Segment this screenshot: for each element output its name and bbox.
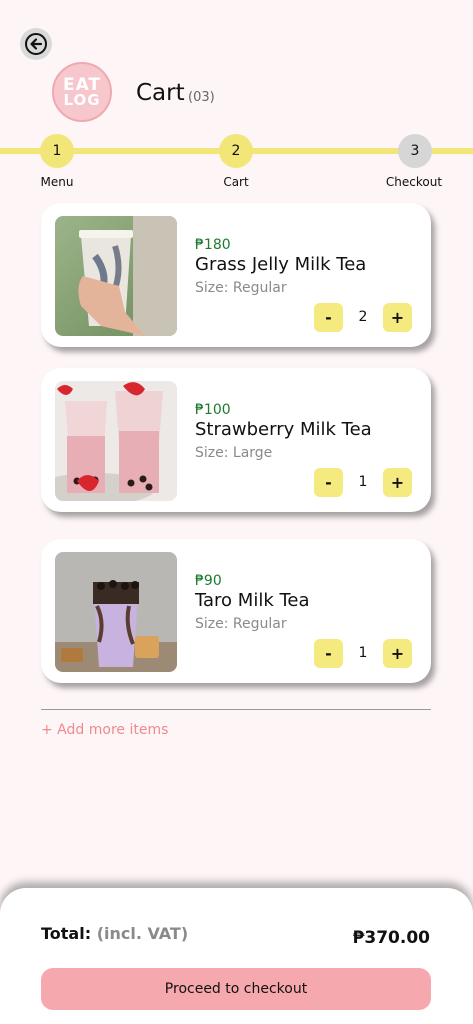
product-image xyxy=(55,552,177,672)
cart-item-card: ₱100 Strawberry Milk Tea Size: Large - 1… xyxy=(41,368,431,512)
eatlog-logo: EAT LOG xyxy=(52,62,112,122)
product-image xyxy=(55,216,177,336)
item-size: Size: Large xyxy=(195,445,273,461)
total-label-group: Total: (incl. VAT) xyxy=(41,924,188,943)
item-size: Size: Regular xyxy=(195,280,287,296)
step-checkout[interactable]: 3 xyxy=(398,134,432,168)
decrease-quantity-button[interactable]: - xyxy=(314,468,343,497)
page-title: Cart xyxy=(136,80,185,106)
step-number: 1 xyxy=(52,143,62,159)
item-quantity: 1 xyxy=(358,474,368,490)
add-more-items-link[interactable]: + Add more items xyxy=(41,722,168,738)
vat-note: (incl. VAT) xyxy=(96,924,189,943)
item-name: Strawberry Milk Tea xyxy=(195,419,372,440)
item-name: Grass Jelly Milk Tea xyxy=(195,254,367,275)
step-label-checkout: Checkout xyxy=(385,175,443,189)
item-price: ₱90 xyxy=(195,573,222,589)
step-number: 3 xyxy=(410,143,420,159)
decrease-quantity-button[interactable]: - xyxy=(314,303,343,332)
item-size: Size: Regular xyxy=(195,616,287,632)
step-label-menu: Menu xyxy=(40,175,74,189)
increase-quantity-button[interactable]: + xyxy=(383,468,412,497)
item-name: Taro Milk Tea xyxy=(195,590,310,611)
item-price: ₱180 xyxy=(195,237,231,253)
total-value: ₱370.00 xyxy=(352,928,430,948)
step-menu[interactable]: 1 xyxy=(40,134,74,168)
cart-count: (03) xyxy=(188,90,215,105)
checkout-summary: Total: (incl. VAT) ₱370.00 Proceed to ch… xyxy=(0,888,473,1024)
logo-text-bottom: LOG xyxy=(63,90,101,109)
item-quantity: 2 xyxy=(358,309,368,325)
proceed-to-checkout-button[interactable]: Proceed to checkout xyxy=(41,968,431,1010)
step-number: 2 xyxy=(231,143,241,159)
step-cart[interactable]: 2 xyxy=(219,134,253,168)
divider xyxy=(41,709,431,710)
increase-quantity-button[interactable]: + xyxy=(383,303,412,332)
step-label-cart: Cart xyxy=(223,175,249,189)
back-button[interactable] xyxy=(20,28,52,60)
decrease-quantity-button[interactable]: - xyxy=(314,639,343,668)
arrow-left-icon xyxy=(25,33,47,55)
total-label: Total: xyxy=(41,924,92,943)
cart-item-card: ₱180 Grass Jelly Milk Tea Size: Regular … xyxy=(41,203,431,347)
product-image xyxy=(55,381,177,501)
item-price: ₱100 xyxy=(195,402,231,418)
item-quantity: 1 xyxy=(358,645,368,661)
cart-item-card: ₱90 Taro Milk Tea Size: Regular - 1 + xyxy=(41,539,431,683)
increase-quantity-button[interactable]: + xyxy=(383,639,412,668)
